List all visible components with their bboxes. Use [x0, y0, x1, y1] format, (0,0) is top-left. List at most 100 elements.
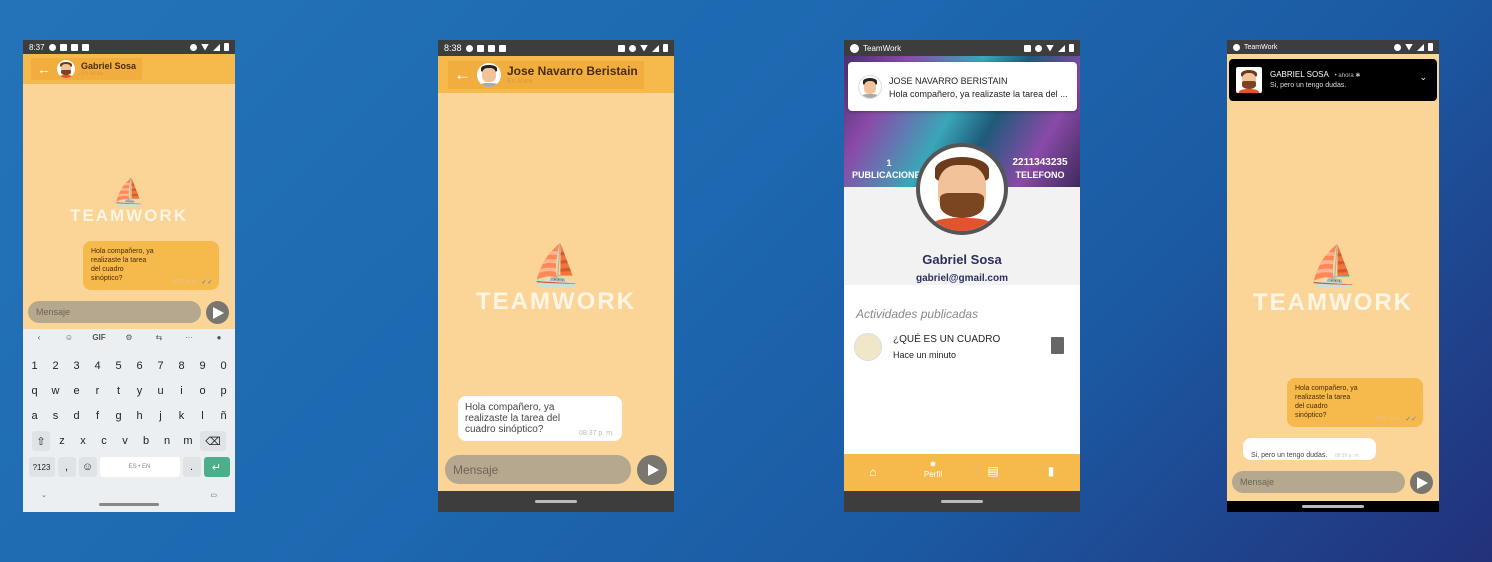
- keyboard-row-3: ⇧ zxcvbnm ⌫: [23, 431, 235, 451]
- key-t[interactable]: t: [110, 381, 128, 401]
- comma-key[interactable]: ,: [57, 457, 76, 477]
- key-e[interactable]: e: [68, 381, 86, 401]
- profile-avatar[interactable]: [916, 143, 1008, 235]
- message-notification[interactable]: GABRIEL SOSA • ahora ✱ Si, pero un tengo…: [1229, 59, 1437, 101]
- message-bubble[interactable]: Hola compañero, ya realizaste la tarea d…: [83, 241, 219, 290]
- key-1[interactable]: 1: [26, 356, 44, 376]
- activity-item[interactable]: ¿QUÉ ES UN CUADRO Hace un minuto: [852, 331, 1072, 365]
- key-5[interactable]: 5: [110, 356, 128, 376]
- battery-icon: [663, 44, 668, 52]
- notification-sender: JOSE NAVARRO BERISTAIN: [889, 76, 1008, 86]
- navigation-bar: [438, 491, 674, 512]
- chat-header-contact[interactable]: ← Gabriel Sosa En línea: [31, 58, 143, 80]
- gesture-bar[interactable]: [1302, 505, 1364, 508]
- key-o[interactable]: o: [194, 381, 212, 401]
- home-icon[interactable]: ⌂: [864, 465, 882, 479]
- message-input[interactable]: Mensaje: [445, 455, 631, 484]
- message-notification[interactable]: JOSE NAVARRO BERISTAIN Hola compañero, y…: [848, 62, 1077, 111]
- key-c[interactable]: c: [95, 431, 113, 451]
- gesture-bar[interactable]: [99, 503, 159, 506]
- message-bubble[interactable]: Hola compañero, ya realizaste la tarea d…: [458, 396, 622, 441]
- notification-icon: [48, 43, 56, 51]
- key-b[interactable]: b: [137, 431, 155, 451]
- translate-icon[interactable]: ⇆: [147, 333, 171, 342]
- key-n-tilde[interactable]: ñ: [215, 406, 233, 426]
- hide-keyboard-icon[interactable]: ⌄: [41, 491, 47, 499]
- key-m[interactable]: m: [179, 431, 197, 451]
- key-g[interactable]: g: [110, 406, 128, 426]
- key-9[interactable]: 9: [194, 356, 212, 376]
- read-receipt-icon: ✓✓: [1405, 416, 1417, 423]
- key-j[interactable]: j: [152, 406, 170, 426]
- stats-icon[interactable]: ▮: [1042, 464, 1060, 478]
- nav-profile[interactable]: ● Perfil: [916, 459, 950, 480]
- sticker-icon[interactable]: ☺: [57, 333, 81, 342]
- key-7[interactable]: 7: [152, 356, 170, 376]
- phone-stat[interactable]: 2211343235 TELEFONO: [1004, 157, 1076, 181]
- notification-text: Hola compañero, ya realizaste la tarea d…: [889, 89, 1068, 99]
- enter-key-icon[interactable]: ↵: [203, 457, 230, 477]
- key-3[interactable]: 3: [68, 356, 86, 376]
- key-s[interactable]: s: [47, 406, 65, 426]
- key-x[interactable]: x: [74, 431, 92, 451]
- back-arrow-icon[interactable]: ←: [454, 65, 471, 85]
- gesture-bar[interactable]: [535, 500, 577, 503]
- shift-key-icon[interactable]: ⇧: [32, 431, 50, 451]
- key-2[interactable]: 2: [47, 356, 65, 376]
- key-p[interactable]: p: [215, 381, 233, 401]
- message-bubble[interactable]: Hola compañero, ya realizaste la tarea d…: [1287, 378, 1423, 427]
- message-input[interactable]: Mensaje: [28, 301, 201, 323]
- signal-icon: [652, 44, 659, 52]
- key-h[interactable]: h: [131, 406, 149, 426]
- keyboard-back-icon[interactable]: ‹: [27, 333, 51, 342]
- keyboard-switch-icon[interactable]: ▭: [210, 491, 217, 499]
- key-v[interactable]: v: [116, 431, 134, 451]
- gif-button[interactable]: GIF: [87, 333, 111, 342]
- send-button[interactable]: [1410, 471, 1433, 494]
- gesture-bar[interactable]: [941, 500, 983, 503]
- key-f[interactable]: f: [89, 406, 107, 426]
- facebook-icon: [59, 43, 67, 51]
- reply-bubble[interactable]: Si, pero un tengo dudas. 08:39 p. m.: [1243, 438, 1376, 460]
- key-y[interactable]: y: [131, 381, 149, 401]
- chat-header: ← Jose Navarro Beristain En línea: [438, 56, 674, 93]
- alarm-icon: [190, 43, 197, 51]
- key-0[interactable]: 0: [215, 356, 233, 376]
- key-w[interactable]: w: [47, 381, 65, 401]
- message-time: 08:37 p. m.: [1375, 416, 1401, 422]
- settings-icon[interactable]: ⚙: [117, 333, 141, 342]
- message-input[interactable]: Mensaje: [1232, 471, 1405, 493]
- contact-name: Jose Navarro Beristain: [507, 64, 638, 78]
- period-key[interactable]: .: [182, 457, 201, 477]
- gmail-icon: [476, 44, 484, 52]
- chat-icon[interactable]: ▤: [984, 464, 1002, 478]
- status-bar: TeamWork: [1227, 40, 1439, 54]
- more-icon[interactable]: ···: [177, 333, 201, 342]
- key-r[interactable]: r: [89, 381, 107, 401]
- key-z[interactable]: z: [53, 431, 71, 451]
- expand-chevron-icon[interactable]: ⌄: [1419, 72, 1427, 83]
- chat-header-contact[interactable]: ← Jose Navarro Beristain En línea: [448, 60, 644, 89]
- key-u[interactable]: u: [152, 381, 170, 401]
- key-n[interactable]: n: [158, 431, 176, 451]
- key-6[interactable]: 6: [131, 356, 149, 376]
- send-button[interactable]: [637, 455, 667, 485]
- send-button[interactable]: [206, 301, 229, 324]
- delete-icon[interactable]: [1051, 337, 1064, 354]
- key-a[interactable]: a: [26, 406, 44, 426]
- back-arrow-icon[interactable]: ←: [37, 61, 51, 77]
- key-4[interactable]: 4: [89, 356, 107, 376]
- microphone-icon[interactable]: ●: [207, 333, 231, 342]
- key-q[interactable]: q: [26, 381, 44, 401]
- emoji-key-icon[interactable]: ☺: [78, 457, 97, 477]
- key-l[interactable]: l: [194, 406, 212, 426]
- publications-stat[interactable]: 1 PUBLICACIONES: [852, 157, 927, 181]
- symbols-key[interactable]: ?123: [28, 457, 55, 477]
- navigation-bar: [844, 491, 1080, 512]
- key-d[interactable]: d: [68, 406, 86, 426]
- key-8[interactable]: 8: [173, 356, 191, 376]
- key-k[interactable]: k: [173, 406, 191, 426]
- space-key[interactable]: ES • EN: [99, 457, 180, 477]
- key-i[interactable]: i: [173, 381, 191, 401]
- backspace-key-icon[interactable]: ⌫: [200, 431, 226, 451]
